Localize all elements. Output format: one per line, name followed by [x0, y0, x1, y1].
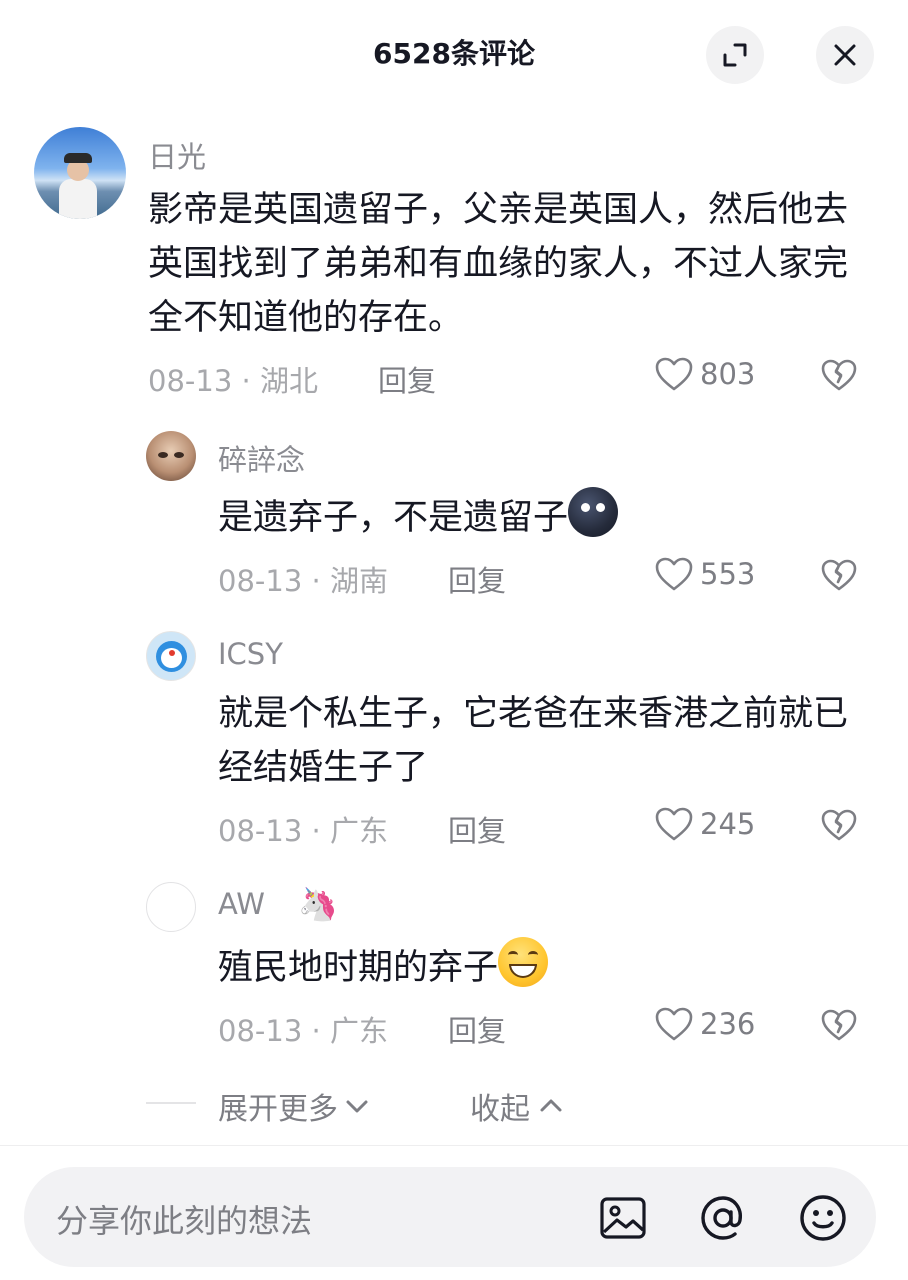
image-icon [600, 1197, 646, 1239]
reply-button[interactable]: 回复 [378, 358, 436, 400]
grinning-emoji [498, 937, 549, 987]
chevron-up-icon [540, 1099, 562, 1112]
comment-text: 影帝是英国遗留子，父亲是英国人，然后他去英国找到了弟弟和有血缘的家人，不过人家完… [148, 190, 849, 338]
comment-meta: 08-13 · 广东 [218, 808, 388, 850]
avatar[interactable] [34, 127, 126, 219]
comments-header: 6528条评论 [0, 0, 908, 110]
comment-text-row: 殖民地时期的弃子 [218, 937, 868, 995]
like-button[interactable]: 803 [654, 356, 755, 392]
collapse-button[interactable]: 收起 [470, 1084, 564, 1128]
moon-face-emoji [568, 487, 619, 537]
avatar[interactable] [146, 431, 196, 481]
dislike-button[interactable] [820, 1008, 858, 1046]
broken-heart-icon [821, 809, 857, 841]
meta-separator: · [311, 564, 330, 598]
composer-divider [0, 1145, 908, 1146]
comment-input-placeholder: 分享你此刻的想法 [56, 1202, 313, 1240]
emoji-button[interactable] [796, 1191, 850, 1245]
heart-icon [655, 357, 693, 391]
like-count: 245 [700, 807, 756, 841]
reply-button[interactable]: 回复 [448, 808, 506, 850]
collapse-label: 收起 [470, 1092, 530, 1127]
comment-input[interactable]: 分享你此刻的想法 [24, 1167, 876, 1267]
comment-text: 就是个私生子，它老爸在来香港之前就已经结婚生子了 [218, 694, 849, 788]
comment-location: 湖北 [259, 364, 318, 398]
dislike-button[interactable] [820, 808, 858, 846]
comment-date: 08-13 [218, 814, 303, 848]
like-count: 803 [700, 357, 756, 391]
at-icon [701, 1196, 742, 1240]
broken-heart-icon [821, 1009, 857, 1041]
broken-heart-icon [821, 359, 857, 391]
emoji-icon [800, 1195, 846, 1241]
comment-count-title: 6528条评论 [373, 37, 535, 70]
heart-icon [655, 557, 693, 591]
meta-separator: · [241, 364, 260, 398]
avatar[interactable] [146, 631, 196, 681]
broken-heart-icon [821, 559, 857, 591]
like-count: 236 [700, 1007, 756, 1041]
close-icon [834, 44, 856, 66]
heart-icon [655, 807, 693, 841]
like-button[interactable]: 553 [654, 556, 755, 592]
comment-text: 是遗弃子，不是遗留子 [218, 498, 569, 538]
replies-divider-line [146, 1102, 196, 1104]
comment-meta: 08-13 · 广东 [218, 1008, 388, 1050]
meta-separator: · [311, 1014, 330, 1048]
reply-button[interactable]: 回复 [448, 1008, 506, 1050]
comment-date: 08-13 [148, 364, 233, 398]
comment-meta: 08-13 · 湖北 [148, 358, 318, 400]
comment-username[interactable]: 日光 [148, 134, 206, 176]
comment-location: 广东 [329, 1014, 388, 1048]
expand-more-label: 展开更多 [218, 1092, 338, 1127]
comment-location: 广东 [329, 814, 388, 848]
comment-date: 08-13 [218, 564, 303, 598]
comment-username[interactable]: 碎誶念 [218, 437, 305, 479]
unicorn-icon: 🦄 [298, 885, 338, 923]
heart-icon [655, 1007, 693, 1041]
like-button[interactable]: 245 [654, 806, 755, 842]
image-button[interactable] [596, 1191, 650, 1245]
meta-separator: · [311, 814, 330, 848]
avatar[interactable] [146, 882, 196, 932]
dislike-button[interactable] [820, 358, 858, 396]
comment-username[interactable]: AW [218, 887, 265, 921]
comment-meta: 08-13 · 湖南 [218, 558, 388, 600]
expand-button[interactable] [706, 26, 764, 84]
mention-button[interactable] [696, 1191, 750, 1245]
reply-button[interactable]: 回复 [448, 558, 506, 600]
expand-icon [723, 43, 747, 67]
like-button[interactable]: 236 [654, 1006, 755, 1042]
comment-text: 殖民地时期的弃子 [218, 948, 499, 988]
close-button[interactable] [816, 26, 874, 84]
expand-more-button[interactable]: 展开更多 [218, 1084, 370, 1128]
comment-date: 08-13 [218, 1014, 303, 1048]
like-count: 553 [700, 557, 756, 591]
dislike-button[interactable] [820, 558, 858, 596]
comment-location: 湖南 [329, 564, 388, 598]
comment-text-row: 是遗弃子，不是遗留子 [218, 487, 868, 545]
comment-username[interactable]: ICSY [218, 637, 283, 671]
chevron-down-icon [346, 1100, 368, 1113]
